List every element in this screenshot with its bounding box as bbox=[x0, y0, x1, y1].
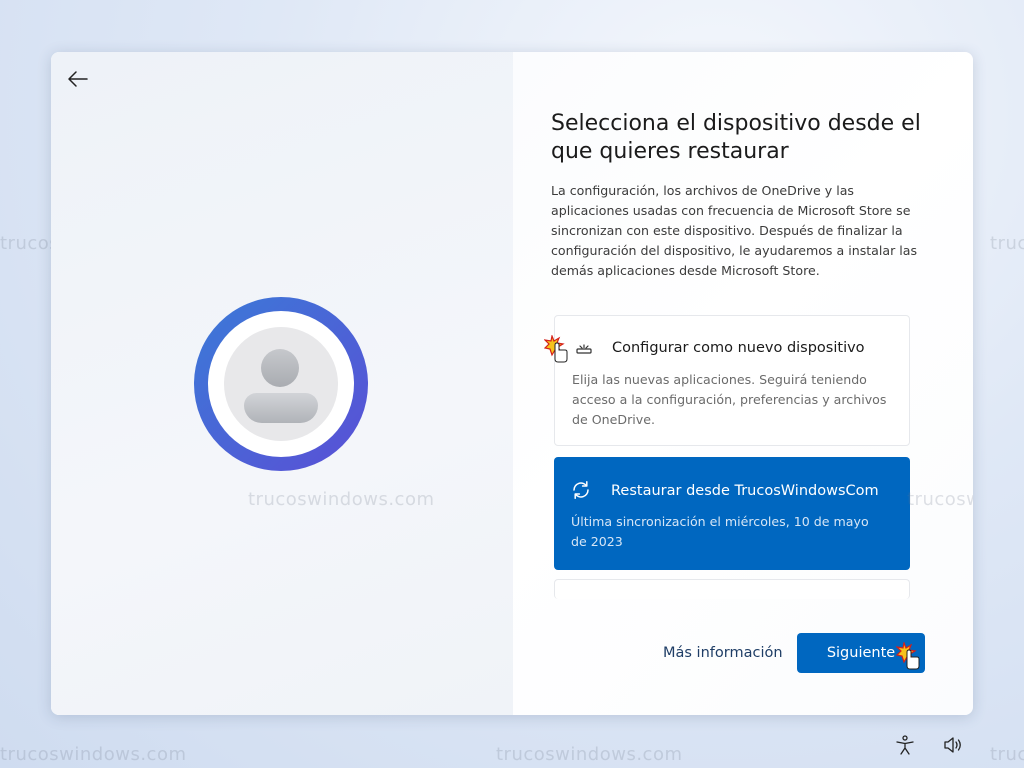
setup-dialog: trucoswindows.com Selecciona el disposit… bbox=[51, 52, 973, 715]
option-partial[interactable] bbox=[554, 579, 910, 599]
sync-icon bbox=[573, 481, 589, 499]
page-title: Selecciona el dispositivo desde el que q… bbox=[551, 111, 921, 164]
click-cursor-icon bbox=[896, 642, 920, 670]
accessibility-icon[interactable] bbox=[894, 734, 916, 756]
click-cursor-icon bbox=[544, 335, 568, 363]
watermark-text: trucoswindows.com bbox=[990, 233, 1024, 254]
user-icon bbox=[224, 327, 338, 441]
page-description: La configuración, los archivos de OneDri… bbox=[551, 183, 918, 278]
watermark-text: trucoswindows.com bbox=[907, 489, 973, 510]
volume-icon[interactable] bbox=[942, 734, 964, 756]
option-title: Restaurar desde TrucosWindowsCom bbox=[611, 483, 879, 499]
option-new-device[interactable]: Configurar como nuevo dispositivo Elija … bbox=[554, 315, 910, 446]
option-description: Elija las nuevas aplicaciones. Seguirá t… bbox=[572, 372, 887, 427]
watermark-text: trucoswindows.com bbox=[496, 744, 683, 765]
watermark-text: trucoswindows.com bbox=[248, 489, 435, 510]
option-description: Última sincronización el miércoles, 10 d… bbox=[571, 514, 869, 549]
watermark-text: trucoswindows.com bbox=[0, 744, 187, 765]
option-title: Configurar como nuevo dispositivo bbox=[612, 340, 865, 356]
watermark-text: trucoswindows.com bbox=[990, 744, 1024, 765]
avatar bbox=[194, 297, 368, 471]
option-restore-device[interactable]: Restaurar desde TrucosWindowsCom Última … bbox=[554, 457, 910, 570]
more-info-link[interactable]: Más información bbox=[663, 645, 783, 661]
back-button[interactable] bbox=[65, 66, 91, 92]
back-arrow-icon bbox=[68, 71, 88, 87]
new-device-icon bbox=[576, 344, 592, 354]
illustration-pane: trucoswindows.com bbox=[51, 52, 513, 715]
